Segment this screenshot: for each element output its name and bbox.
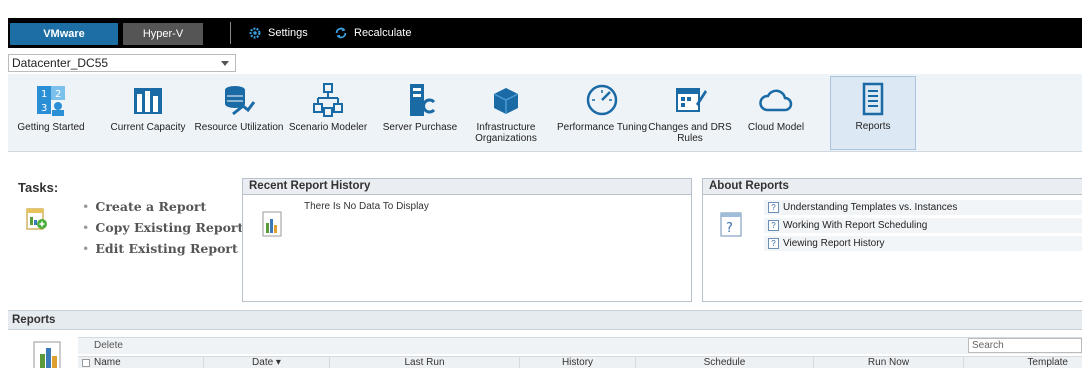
column-header-name[interactable]: Name — [78, 357, 204, 368]
settings-button[interactable]: Settings — [248, 24, 308, 42]
ribbon-label-getting-started: Getting Started — [17, 122, 85, 133]
ribbon-label-current-capacity: Current Capacity — [110, 122, 186, 133]
ribbon-item-performance-tuning[interactable]: Performance Tuning — [554, 78, 650, 150]
ribbon-item-server-purchase[interactable]: Server Purchase — [382, 78, 458, 150]
resource-utilization-icon — [225, 86, 256, 116]
column-header-run-now[interactable]: Run Now — [814, 357, 964, 368]
edit-report-link[interactable]: • Edit Existing Report — [82, 241, 238, 256]
copy-report-link[interactable]: • Copy Existing Report — [82, 220, 243, 235]
tasks-title: Tasks: — [18, 180, 59, 195]
reports-section-header: Reports — [8, 310, 1082, 330]
reports-search-input[interactable]: Search — [968, 338, 1082, 353]
ribbon-label-reports: Reports — [855, 121, 891, 132]
ribbon-item-scenario-modeler[interactable]: Scenario Modeler — [288, 78, 368, 150]
ribbon-label-server-purchase: Server Purchase — [382, 122, 458, 133]
top-toolbar: VMware Hyper-V Settings Recalculate — [8, 18, 1082, 48]
datacenter-select-value: Datacenter_DC55 — [12, 56, 109, 70]
column-header-template[interactable]: Template — [964, 357, 1082, 368]
report-document-icon — [862, 82, 884, 116]
reports-title: Reports — [12, 314, 56, 326]
ribbon-item-getting-started[interactable]: 1 2 3 Getting Started — [16, 78, 86, 150]
recalculate-button[interactable]: Recalculate — [334, 24, 411, 42]
capacity-bars-icon — [134, 88, 162, 114]
ribbon-item-resource-utilization[interactable]: Resource Utilization — [194, 78, 284, 150]
column-header-date[interactable]: Date ▾ — [204, 357, 330, 368]
settings-label: Settings — [268, 27, 308, 39]
cloud-icon — [759, 89, 793, 112]
about-link-history-label: Viewing Report History — [783, 238, 885, 249]
recalculate-label: Recalculate — [354, 27, 412, 39]
tab-vmware[interactable]: VMware — [10, 23, 118, 45]
ribbon-label-changes-drs-rules: Changes and DRS Rules — [648, 122, 732, 144]
ribbon-item-infrastructure-organizations[interactable]: Infrastructure Organizations — [470, 78, 542, 150]
module-ribbon: 1 2 3 Getting Started Current Capacity R… — [8, 74, 1082, 152]
reports-table-header: Name Date ▾ Last Run History Schedule Ru… — [78, 356, 1082, 368]
gauge-icon — [586, 84, 618, 116]
ribbon-item-cloud-model[interactable]: Cloud Model — [740, 78, 812, 150]
report-add-icon — [26, 208, 47, 230]
infrastructure-icon — [493, 88, 519, 114]
ribbon-item-changes-drs-rules[interactable]: Changes and DRS Rules — [648, 78, 732, 150]
svg-text:1: 1 — [41, 89, 47, 100]
server-purchase-icon — [410, 84, 436, 116]
create-report-link[interactable]: • Create a Report — [82, 199, 206, 214]
edit-report-label: Edit Existing Report — [95, 241, 238, 256]
help-icon: ? — [768, 220, 779, 231]
copy-report-label: Copy Existing Report — [95, 220, 244, 235]
delete-button[interactable]: Delete — [94, 340, 123, 351]
getting-started-icon: 1 2 3 — [37, 86, 65, 116]
help-icon: ? — [768, 202, 779, 213]
svg-text:2: 2 — [55, 89, 61, 100]
column-header-schedule[interactable]: Schedule — [636, 357, 814, 368]
recent-report-history-title: Recent Report History — [243, 179, 691, 195]
ribbon-label-scenario-modeler: Scenario Modeler — [288, 122, 368, 133]
about-link-scheduling-label: Working With Report Scheduling — [783, 220, 928, 231]
about-link-scheduling[interactable]: ? Working With Report Scheduling — [764, 218, 1082, 233]
bullet-icon: • — [82, 220, 90, 235]
ribbon-item-reports[interactable]: Reports — [830, 76, 916, 150]
ribbon-label-performance-tuning: Performance Tuning — [556, 122, 648, 133]
ribbon-item-current-capacity[interactable]: Current Capacity — [108, 78, 188, 150]
top-bar: VMware Hyper-V Settings Recalculate — [0, 0, 1082, 48]
reports-toolbar: Delete — [78, 337, 1082, 354]
tab-hyper-v[interactable]: Hyper-V — [123, 23, 203, 45]
report-chart-icon — [33, 341, 61, 368]
recent-report-history-panel: Recent Report History — [242, 178, 692, 302]
calendar-edit-icon — [676, 88, 707, 112]
about-reports-title: About Reports — [703, 179, 1082, 195]
svg-text:?: ? — [726, 221, 733, 236]
about-link-templates-label: Understanding Templates vs. Instances — [783, 202, 958, 213]
toolbar-divider — [230, 22, 231, 44]
column-name-label: Name — [94, 357, 121, 368]
bullet-icon: • — [82, 241, 90, 256]
column-header-history[interactable]: History — [520, 357, 636, 368]
help-icon: ? — [768, 238, 779, 249]
no-data-message: There Is No Data To Display — [304, 201, 429, 212]
gear-icon — [249, 27, 261, 39]
svg-text:3: 3 — [41, 103, 47, 114]
about-link-templates[interactable]: ? Understanding Templates vs. Instances — [764, 200, 1082, 215]
refresh-icon — [335, 27, 347, 39]
about-link-history[interactable]: ? Viewing Report History — [764, 236, 1082, 251]
ribbon-label-cloud-model: Cloud Model — [747, 122, 805, 133]
select-all-checkbox[interactable] — [82, 359, 90, 367]
chevron-down-icon — [221, 61, 229, 66]
bullet-icon: • — [82, 199, 90, 214]
help-document-icon: ? — [720, 212, 742, 237]
column-header-last-run[interactable]: Last Run — [330, 357, 520, 368]
create-report-label: Create a Report — [95, 199, 207, 214]
datacenter-select[interactable]: Datacenter_DC55 — [8, 54, 236, 72]
report-chart-icon — [262, 211, 282, 237]
ribbon-label-resource-utilization: Resource Utilization — [194, 122, 284, 133]
scenario-modeler-icon — [313, 83, 343, 117]
ribbon-label-infrastructure-organizations: Infrastructure Organizations — [475, 122, 537, 144]
